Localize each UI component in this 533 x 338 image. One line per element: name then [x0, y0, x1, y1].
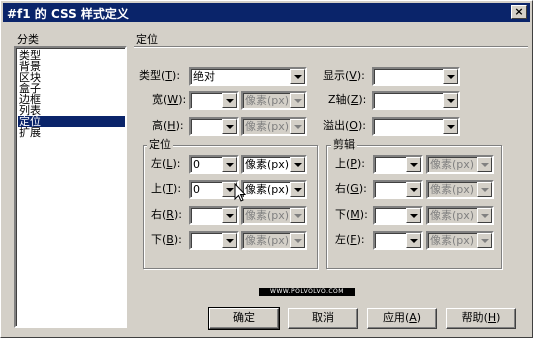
clip-group-title: 剪辑 — [331, 138, 357, 151]
clip-bottom-input[interactable] — [373, 206, 423, 225]
mouse-cursor-icon — [234, 183, 247, 202]
chevron-down-icon[interactable] — [222, 233, 237, 248]
position-type-select[interactable]: 绝对 — [189, 67, 307, 86]
chevron-down-icon[interactable] — [290, 157, 305, 172]
chevron-down-icon — [477, 208, 492, 223]
panel-divider — [134, 46, 528, 48]
category-item-extensions[interactable]: 扩展 — [18, 127, 125, 138]
zindex-label: Z轴(Z): — [328, 93, 367, 106]
chevron-down-icon[interactable] — [222, 93, 237, 108]
placement-right-label: 右(R): — [151, 208, 182, 221]
chevron-down-icon — [290, 93, 305, 108]
placement-top-input[interactable]: 0 — [189, 180, 239, 199]
clip-left-input[interactable] — [373, 231, 423, 250]
chevron-down-icon — [290, 208, 305, 223]
clip-left-unit-select: 像素(px) — [426, 231, 494, 250]
apply-button[interactable]: 应用(A) — [367, 308, 437, 329]
chevron-down-icon[interactable] — [222, 208, 237, 223]
chevron-down-icon — [477, 233, 492, 248]
chevron-down-icon[interactable] — [406, 157, 421, 172]
placement-left-input[interactable]: 0 — [189, 155, 239, 174]
chevron-down-icon[interactable] — [443, 119, 458, 134]
chevron-down-icon — [477, 157, 492, 172]
placement-group-title: 定位 — [147, 138, 173, 151]
placement-bottom-label: 下(B): — [151, 233, 182, 246]
chevron-down-icon[interactable] — [222, 157, 237, 172]
chevron-down-icon[interactable] — [443, 93, 458, 108]
chevron-down-icon[interactable] — [406, 182, 421, 197]
placement-bottom-unit-select: 像素(px) — [241, 231, 307, 250]
clip-top-input[interactable] — [373, 155, 423, 174]
category-list[interactable]: 类型 背景 区块 盒子 边框 列表 定位 扩展 — [14, 46, 127, 328]
cancel-button[interactable]: 取消 — [288, 308, 358, 329]
height-label: 高(H): — [152, 119, 184, 132]
width-input[interactable] — [189, 91, 239, 110]
css-style-dialog: #f1 的 CSS 样式定义 × 分类 类型 背景 区块 盒子 边框 列表 定位… — [0, 0, 533, 338]
watermark-banner: WWW.POLVOLVO.COM — [259, 288, 355, 296]
clip-right-input[interactable] — [373, 180, 423, 199]
height-unit-select: 像素(px) — [241, 117, 307, 136]
ok-button[interactable]: 确定 — [208, 307, 280, 330]
clip-top-unit-select: 像素(px) — [426, 155, 494, 174]
title-bar[interactable]: #f1 的 CSS 样式定义 × — [3, 3, 530, 22]
width-unit-select: 像素(px) — [241, 91, 307, 110]
width-label: 宽(W): — [152, 93, 187, 106]
zindex-select[interactable] — [372, 91, 460, 110]
close-button[interactable]: × — [511, 5, 527, 19]
type-label: 类型(T): — [139, 69, 181, 82]
chevron-down-icon[interactable] — [290, 182, 305, 197]
overflow-label: 溢出(O): — [323, 119, 366, 132]
chevron-down-icon[interactable] — [443, 69, 458, 84]
placement-right-input[interactable] — [189, 206, 239, 225]
clip-left-label: 左(F): — [335, 233, 365, 246]
display-select[interactable] — [372, 67, 460, 86]
clip-top-label: 上(P): — [335, 157, 365, 170]
placement-left-unit-select[interactable]: 像素(px) — [241, 155, 307, 174]
clip-right-unit-select: 像素(px) — [426, 180, 494, 199]
placement-top-unit-select[interactable]: 像素(px) — [241, 180, 307, 199]
placement-top-label: 上(T): — [151, 182, 182, 195]
clip-right-label: 右(G): — [335, 182, 367, 195]
chevron-down-icon — [290, 233, 305, 248]
placement-right-unit-select: 像素(px) — [241, 206, 307, 225]
overflow-select[interactable] — [372, 117, 460, 136]
chevron-down-icon[interactable] — [406, 208, 421, 223]
help-button[interactable]: 帮助(H) — [446, 308, 516, 329]
placement-bottom-input[interactable] — [189, 231, 239, 250]
height-input[interactable] — [189, 117, 239, 136]
chevron-down-icon[interactable] — [406, 233, 421, 248]
clip-bottom-unit-select: 像素(px) — [426, 206, 494, 225]
clip-bottom-label: 下(M): — [335, 208, 368, 221]
display-label: 显示(V): — [323, 69, 365, 82]
placement-left-label: 左(L): — [151, 157, 181, 170]
chevron-down-icon[interactable] — [290, 69, 305, 84]
chevron-down-icon — [290, 119, 305, 134]
window-title: #f1 的 CSS 样式定义 — [7, 7, 129, 21]
chevron-down-icon[interactable] — [222, 119, 237, 134]
chevron-down-icon — [477, 182, 492, 197]
